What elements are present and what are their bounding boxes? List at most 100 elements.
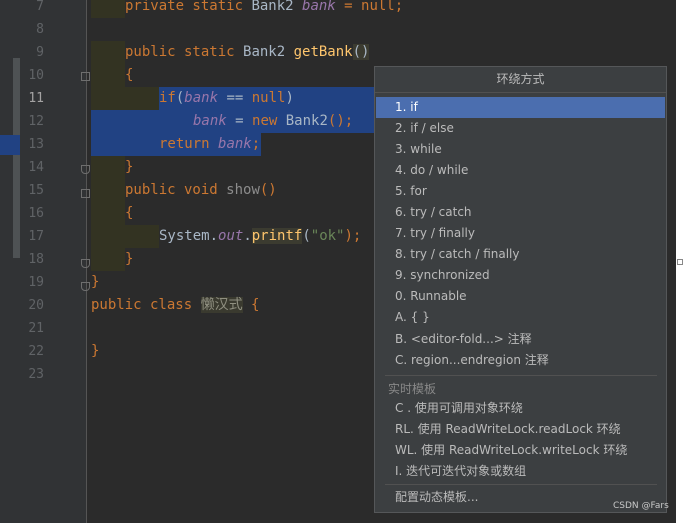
keyword: private static — [125, 0, 252, 14]
code-text: ( — [302, 228, 311, 244]
line-number: 8 — [36, 22, 44, 37]
surround-option-runnable[interactable]: 0. Runnable — [376, 286, 665, 307]
code-line: } — [91, 271, 99, 294]
surround-option-try-catch[interactable]: 6. try / catch — [376, 202, 665, 223]
code-line: { — [125, 202, 133, 225]
fold-icon[interactable] — [81, 189, 90, 198]
surround-option-synchronized[interactable]: 9. synchronized — [376, 265, 665, 286]
method-name: getBank — [293, 44, 353, 60]
menu-separator — [385, 375, 657, 376]
code-text: () — [352, 44, 370, 60]
code-text: ; — [251, 136, 261, 152]
surround-option-try-finally[interactable]: 7. try / finally — [376, 223, 665, 244]
line-number: 15 — [28, 183, 44, 198]
code-line: private static Bank2 bank = null; — [125, 0, 403, 18]
code-line: if(bank == null) — [159, 87, 294, 110]
surround-option-if[interactable]: 1. if — [376, 97, 665, 118]
keyword: public void — [125, 182, 227, 198]
keyword: public static — [125, 44, 244, 60]
code-text: = null; — [335, 0, 404, 14]
brace: } — [125, 251, 134, 267]
resize-handle-icon[interactable] — [677, 259, 683, 265]
code-text: (); — [327, 113, 354, 129]
code-line: } — [91, 340, 99, 363]
structure-marker — [13, 58, 20, 258]
line-number: 16 — [28, 206, 44, 221]
fold-end-icon[interactable] — [81, 282, 90, 291]
bookmark-marker — [0, 135, 20, 155]
class-name: 懒汉式 — [200, 297, 243, 313]
line-number: 21 — [28, 321, 44, 336]
template-option-readlock[interactable]: RL. 使用 ReadWriteLock.readLock 环绕 — [376, 419, 665, 440]
field-name: out — [218, 228, 244, 244]
code-line: public static Bank2 getBank() — [125, 41, 370, 64]
brace: } — [91, 343, 100, 359]
template-option-iterate[interactable]: I. 迭代可迭代对象或数组 — [376, 461, 665, 482]
brace: } — [91, 274, 100, 290]
scope-highlight — [125, 225, 159, 248]
code-text: { — [242, 297, 260, 313]
code-text: ); — [344, 228, 362, 244]
line-number: 23 — [28, 367, 44, 382]
field-name: bank — [193, 113, 227, 129]
code-text: () — [259, 182, 277, 198]
code-line: return bank; — [159, 133, 260, 156]
popup-title: 环绕方式 — [375, 67, 666, 93]
string-literal: "ok" — [310, 228, 345, 244]
code-text: == — [218, 90, 252, 106]
menu-separator — [385, 484, 657, 485]
scope-highlight — [91, 0, 125, 18]
section-label-live-templates: 实时模板 — [388, 382, 437, 396]
line-number: 20 — [28, 298, 44, 313]
keyword: return — [159, 136, 219, 152]
code-line: } — [125, 248, 133, 271]
type-name: Bank2 — [243, 44, 294, 60]
line-number: 22 — [28, 344, 44, 359]
line-number: 10 — [28, 68, 44, 83]
brace: { — [125, 205, 134, 221]
field-name: bank — [184, 90, 219, 106]
code-text: = — [226, 113, 253, 129]
keyword: public class — [91, 297, 201, 313]
surround-option-while[interactable]: 3. while — [376, 139, 665, 160]
keyword: if — [159, 90, 176, 106]
surround-option-region[interactable]: C. region...endregion 注释 — [376, 350, 665, 371]
method-name: printf — [251, 228, 303, 244]
surround-option-do-while[interactable]: 4. do / while — [376, 160, 665, 181]
code-text: . — [243, 228, 252, 244]
current-line-number: 11 — [28, 91, 44, 106]
line-number: 7 — [36, 0, 44, 14]
surround-with-popup[interactable]: 环绕方式 1. if 2. if / else 3. while 4. do /… — [374, 66, 667, 513]
brace: { — [125, 67, 134, 83]
line-number: 9 — [36, 45, 44, 60]
surround-option-braces[interactable]: A. { } — [376, 307, 665, 328]
scope-highlight — [91, 41, 125, 271]
code-line: bank = new Bank2(); — [193, 110, 353, 133]
fold-end-icon[interactable] — [81, 165, 90, 174]
fold-end-icon[interactable] — [81, 259, 90, 268]
surround-option-try-catch-finally[interactable]: 8. try / catch / finally — [376, 244, 665, 265]
template-option-writelock[interactable]: WL. 使用 ReadWriteLock.writeLock 环绕 — [376, 440, 665, 461]
code-text: ) — [285, 90, 294, 106]
field-name: bank — [302, 0, 336, 14]
line-number: 12 — [28, 114, 44, 129]
surround-option-editor-fold[interactable]: B. <editor-fold...> 注释 — [376, 329, 665, 350]
type-name: Bank2 — [285, 113, 328, 129]
method-name: show — [226, 182, 260, 198]
template-option-callable[interactable]: C . 使用可调用对象环绕 — [376, 398, 665, 419]
line-number: 18 — [28, 252, 44, 267]
code-line: public void show() — [125, 179, 277, 202]
line-number: 13 — [28, 137, 44, 152]
keyword: new — [252, 113, 286, 129]
watermark-text: CSDN @Fars — [613, 501, 669, 511]
code-line: public class 懒汉式 { — [91, 294, 259, 317]
fold-icon[interactable] — [81, 72, 90, 81]
class-name: System. — [159, 228, 219, 244]
keyword: null — [251, 90, 286, 106]
line-number: 19 — [28, 275, 44, 290]
type-name: Bank2 — [251, 0, 303, 14]
surround-option-for[interactable]: 5. for — [376, 181, 665, 202]
surround-option-if-else[interactable]: 2. if / else — [376, 118, 665, 139]
code-line: } — [125, 156, 133, 179]
brace: } — [125, 159, 134, 175]
